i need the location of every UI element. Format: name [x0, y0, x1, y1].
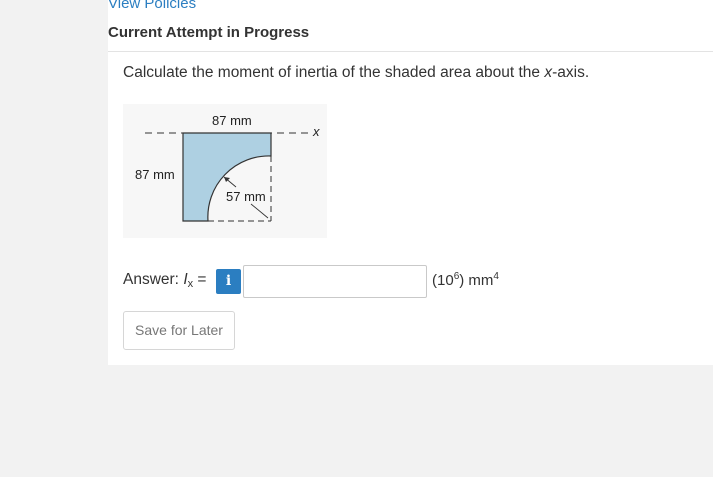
axis-label: x — [312, 124, 320, 139]
question-text-after: -axis. — [552, 64, 590, 81]
answer-unit: (106) mm4 — [432, 271, 499, 289]
answer-input[interactable] — [243, 265, 427, 298]
question-text-before: Calculate the moment of inertia of the s… — [123, 64, 545, 81]
question-axis-var: x — [544, 64, 553, 81]
view-policies-link[interactable]: View Policies — [108, 0, 196, 12]
unit-power: 4 — [493, 271, 499, 282]
save-for-later-button[interactable]: Save for Later — [123, 311, 235, 350]
answer-label: Answer: Ix = — [123, 271, 206, 290]
figure-diagram: 87 mm 87 mm 57 mm x — [123, 104, 327, 238]
info-icon[interactable]: i — [216, 269, 241, 294]
divider — [108, 51, 713, 52]
height-label: 87 mm — [135, 167, 175, 182]
question-text: Calculate the moment of inertia of the s… — [123, 64, 589, 82]
question-card: View Policies Current Attempt in Progres… — [108, 0, 713, 365]
unit-mid: ) mm — [459, 272, 494, 289]
attempt-heading: Current Attempt in Progress — [108, 24, 310, 41]
width-label: 87 mm — [212, 113, 252, 128]
radius-label: 57 mm — [226, 189, 266, 204]
answer-row: Answer: Ix = i (106) mm4 — [123, 265, 603, 298]
answer-equals: = — [193, 271, 207, 288]
problem-figure: 87 mm 87 mm 57 mm x — [123, 104, 327, 238]
unit-prefix: (10 — [432, 272, 454, 289]
answer-prefix: Answer: — [123, 271, 184, 288]
